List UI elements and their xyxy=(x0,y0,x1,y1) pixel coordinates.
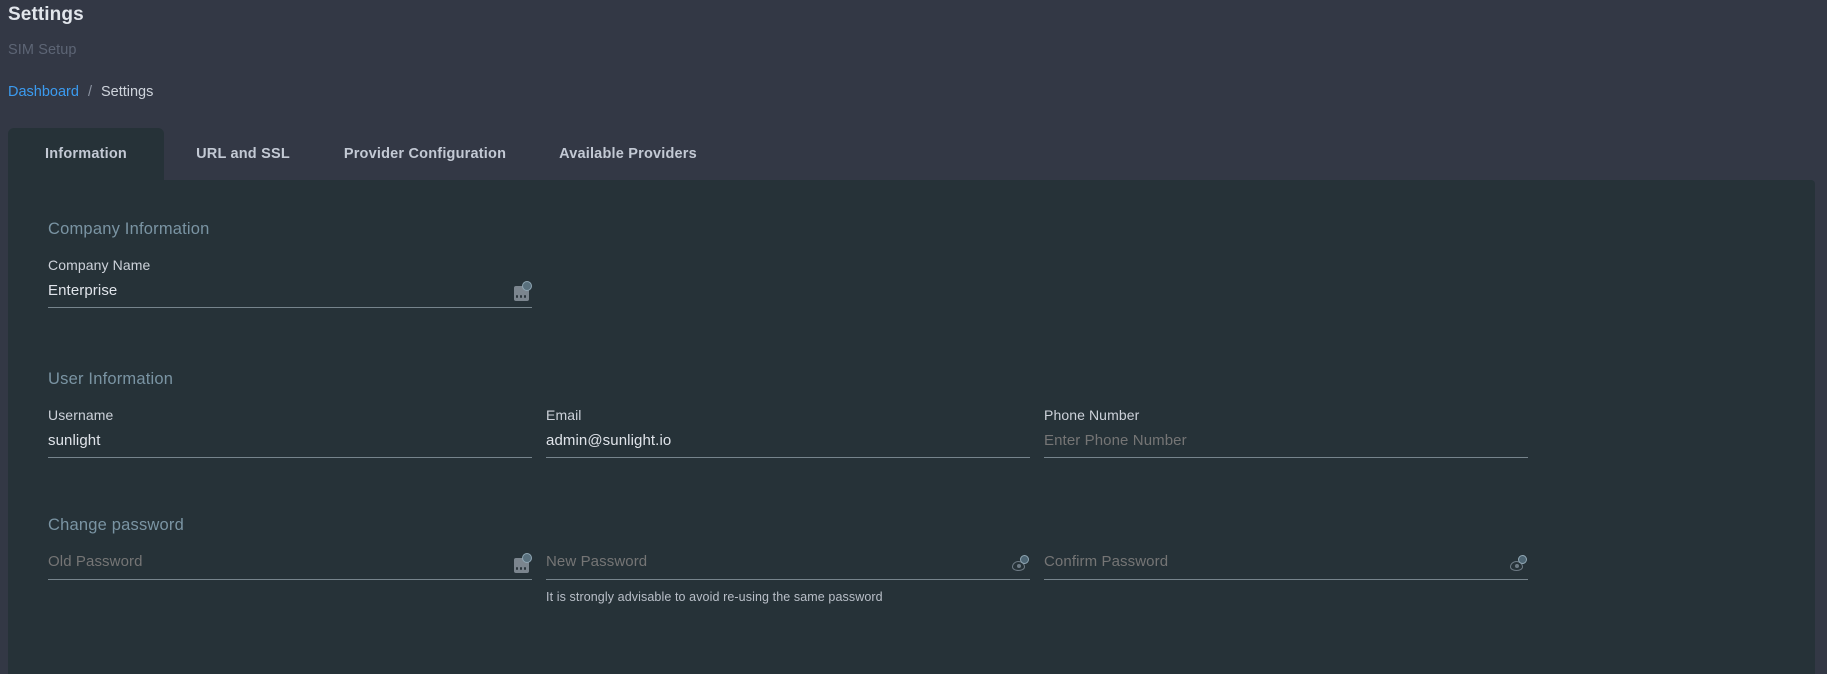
field-company-name-input-wrap xyxy=(48,280,532,308)
page-header: Settings SIM Setup Dashboard / Settings xyxy=(0,0,1827,102)
field-confirm-password xyxy=(1044,552,1528,605)
tab-url-and-ssl[interactable]: URL and SSL xyxy=(164,128,322,180)
old-password-input[interactable] xyxy=(48,552,532,572)
field-email-label: Email xyxy=(546,407,582,423)
keypad-icon[interactable] xyxy=(510,552,532,576)
page-title: Settings xyxy=(8,4,84,25)
new-password-input[interactable] xyxy=(546,552,1030,572)
confirm-password-input[interactable] xyxy=(1044,552,1528,572)
tab-information[interactable]: Information xyxy=(8,128,164,180)
tab-available-providers[interactable]: Available Providers xyxy=(528,128,728,180)
company-name-input[interactable] xyxy=(48,281,532,301)
tab-provider-configuration-label: Provider Configuration xyxy=(343,146,507,162)
breadcrumb-link-dashboard[interactable]: Dashboard xyxy=(8,82,79,102)
settings-page: Settings SIM Setup Dashboard / Settings … xyxy=(0,0,1827,674)
breadcrumb: Dashboard / Settings xyxy=(8,60,1827,102)
breadcrumb-separator: / xyxy=(87,84,92,100)
field-email-input-wrap xyxy=(546,431,1030,458)
section-title-user-information: User Information xyxy=(48,370,174,388)
password-hint: It is strongly advisable to avoid re-usi… xyxy=(546,590,883,604)
section-title-company-information: Company Information xyxy=(48,220,210,238)
section-title-change-password: Change password xyxy=(48,516,184,534)
tab-provider-configuration[interactable]: Provider Configuration xyxy=(322,128,528,180)
field-phone-number-input-wrap xyxy=(1044,431,1528,458)
field-confirm-password-input-wrap xyxy=(1044,552,1528,580)
left-gutter xyxy=(0,180,8,674)
field-phone-number-label: Phone Number xyxy=(1044,407,1140,423)
breadcrumb-current-settings: Settings xyxy=(100,84,154,100)
field-username-label: Username xyxy=(48,407,114,423)
eye-icon[interactable] xyxy=(1008,554,1030,576)
page-subtitle: SIM Setup xyxy=(8,42,77,58)
phone-number-input[interactable] xyxy=(1044,431,1528,451)
tab-bar: Information URL and SSL Provider Configu… xyxy=(8,128,728,180)
field-username-input-wrap xyxy=(48,431,532,458)
tab-available-providers-label: Available Providers xyxy=(559,146,697,162)
user-field-row: Username Email Phone Number xyxy=(48,406,1775,458)
email-input[interactable] xyxy=(546,431,1030,451)
settings-panel: Company Information Company Name Enterpr… xyxy=(8,180,1815,674)
field-email: Email xyxy=(546,406,1030,458)
field-phone-number: Phone Number xyxy=(1044,406,1528,458)
eye-icon[interactable] xyxy=(1506,554,1528,576)
field-company-name: Company Name xyxy=(48,256,532,308)
tab-information-label: Information xyxy=(45,146,127,162)
field-new-password-input-wrap xyxy=(546,552,1030,580)
field-username: Username xyxy=(48,406,532,458)
company-field-row: Company Name xyxy=(48,256,1775,308)
keypad-icon[interactable] xyxy=(510,280,532,304)
field-company-name-label: Company Name xyxy=(48,257,151,273)
field-new-password: It is strongly advisable to avoid re-usi… xyxy=(546,552,1030,605)
field-old-password-input-wrap xyxy=(48,552,532,580)
password-field-row: It is strongly advisable to avoid re-usi… xyxy=(48,552,1775,605)
username-input[interactable] xyxy=(48,431,532,451)
tab-url-and-ssl-label: URL and SSL xyxy=(196,146,290,162)
field-old-password xyxy=(48,552,532,605)
